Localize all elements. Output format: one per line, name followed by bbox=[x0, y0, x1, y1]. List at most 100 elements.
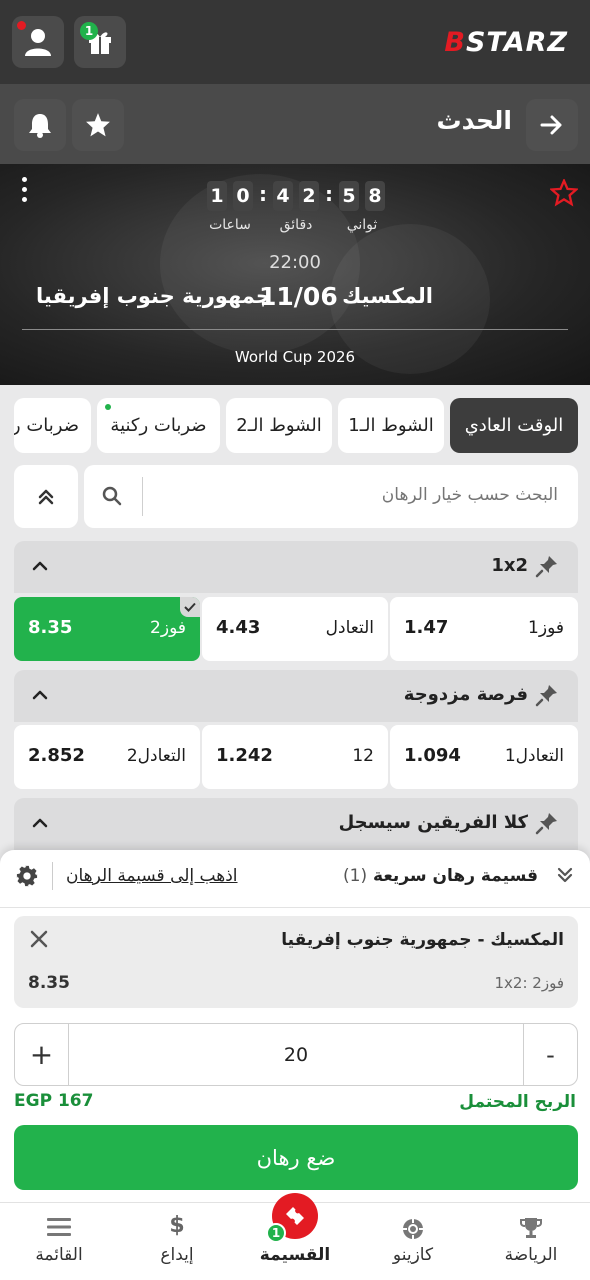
profile-button[interactable] bbox=[12, 16, 64, 68]
nav-item-betslip[interactable]: 1 القسيمة bbox=[236, 1193, 354, 1280]
odd-value: 8.35 bbox=[28, 617, 73, 638]
odd-label: 12 bbox=[352, 746, 374, 766]
event-hero: 1 0 : 4 2 : 5 8 ساعات دقائق ثواني 22:00 … bbox=[0, 164, 590, 385]
betslip-separator bbox=[52, 862, 53, 890]
countdown-separator: : bbox=[259, 182, 267, 206]
star-icon bbox=[86, 113, 110, 137]
odd-button-home-or-away[interactable]: 12 1.242 bbox=[202, 725, 388, 789]
back-button[interactable] bbox=[526, 99, 578, 151]
tab-new-indicator bbox=[105, 404, 111, 410]
market-header-double-chance[interactable]: فرصة مزدوجة bbox=[14, 670, 578, 722]
stake-increase-button[interactable]: + bbox=[15, 1024, 69, 1085]
search-bar[interactable] bbox=[84, 465, 578, 528]
favorites-button[interactable] bbox=[72, 99, 124, 151]
odd-label: فوز1 bbox=[528, 618, 564, 638]
countdown-seconds-digit: 5 bbox=[339, 181, 359, 211]
stake-input[interactable] bbox=[69, 1024, 523, 1085]
odd-button-away-or-draw[interactable]: 2التعادل 2.852 bbox=[14, 725, 200, 789]
market-header-both-teams-score[interactable]: كلا الفريقين سيسجل bbox=[14, 798, 578, 850]
market-title: 1x2 bbox=[491, 555, 528, 576]
bet-market: 1x2: فوز2 bbox=[494, 974, 564, 992]
arrow-right-icon bbox=[540, 115, 562, 135]
search-input[interactable] bbox=[158, 485, 558, 505]
close-icon[interactable] bbox=[30, 930, 48, 948]
tab-first-half[interactable]: الشوط الـ1 bbox=[338, 398, 444, 453]
betslip-badge: 1 bbox=[266, 1223, 286, 1243]
hours-label: ساعات bbox=[209, 217, 251, 233]
nav-item-menu[interactable]: القائمة bbox=[0, 1203, 118, 1280]
odd-label: 1التعادل bbox=[504, 746, 564, 766]
menu-icon bbox=[47, 1218, 71, 1236]
dollar-icon: $ bbox=[169, 1213, 185, 1238]
betslip-count: (1) bbox=[343, 866, 368, 886]
stake-decrease-button[interactable]: - bbox=[523, 1024, 577, 1085]
nav-label: القسيمة bbox=[259, 1245, 331, 1265]
odd-button-draw[interactable]: التعادل 4.43 bbox=[202, 597, 388, 661]
tab-second-half[interactable]: الشوط الـ2 bbox=[226, 398, 332, 453]
chevron-up-icon[interactable] bbox=[32, 816, 48, 828]
tab-more[interactable]: ضربات ر bbox=[14, 398, 91, 453]
tournament-name: World Cup 2026 bbox=[234, 348, 356, 366]
bet-match-name: المكسيك - جمهورية جنوب إفريقيا bbox=[281, 930, 564, 950]
tab-regular-time[interactable]: الوقت العادي bbox=[450, 398, 578, 453]
notification-dot bbox=[17, 21, 26, 30]
gift-button[interactable]: 1 bbox=[74, 16, 126, 68]
odd-label: التعادل bbox=[325, 618, 374, 638]
pin-icon[interactable] bbox=[534, 810, 560, 836]
seconds-label: ثواني bbox=[346, 217, 378, 233]
countdown-minutes-digit: 2 bbox=[299, 181, 319, 211]
odd-button-home-or-draw[interactable]: 1التعادل 1.094 bbox=[390, 725, 578, 789]
nav-label: الرياضة bbox=[504, 1245, 558, 1265]
odd-value: 2.852 bbox=[28, 745, 85, 766]
page-header: الحدث bbox=[0, 84, 590, 164]
goto-betslip-link[interactable]: اذهب إلى قسيمة الرهان bbox=[66, 866, 238, 886]
odd-label: فوز2 bbox=[150, 618, 186, 638]
stake-stepper: - + bbox=[14, 1023, 578, 1086]
odd-value: 4.43 bbox=[216, 617, 261, 638]
nav-item-casino[interactable]: كازينو bbox=[354, 1203, 472, 1280]
user-icon bbox=[25, 29, 51, 56]
ticket-icon bbox=[286, 1207, 304, 1225]
betslip-divider bbox=[0, 907, 590, 908]
bell-icon bbox=[29, 114, 51, 138]
countdown-hours-digit: 0 bbox=[233, 181, 253, 211]
quick-betslip: قسيمة رهان سريعة (1) اذهب إلى قسيمة الره… bbox=[0, 850, 590, 1202]
odd-button-home-win[interactable]: فوز1 1.47 bbox=[390, 597, 578, 661]
potential-win-label: الربح المحتمل bbox=[459, 1092, 576, 1112]
pin-icon[interactable] bbox=[534, 553, 560, 579]
nav-label: كازينو bbox=[392, 1245, 434, 1265]
tab-corners[interactable]: ضربات ركنية bbox=[97, 398, 220, 453]
double-chevron-down-icon[interactable] bbox=[556, 866, 574, 884]
match-time: 22:00 bbox=[269, 252, 321, 273]
potential-win-value: EGP 167 bbox=[14, 1091, 94, 1111]
pin-icon[interactable] bbox=[534, 682, 560, 708]
chevron-up-icon[interactable] bbox=[32, 559, 48, 571]
home-team-name: المكسيك bbox=[342, 284, 433, 308]
double-chevron-up-icon bbox=[38, 489, 54, 504]
nav-item-deposit[interactable]: $ إيداع bbox=[118, 1203, 236, 1280]
gear-icon[interactable] bbox=[16, 865, 38, 887]
betslip-title: قسيمة رهان سريعة (1) bbox=[343, 866, 538, 886]
odd-value: 1.47 bbox=[404, 617, 449, 638]
casino-chip-icon bbox=[403, 1219, 423, 1239]
favorite-event-icon[interactable] bbox=[550, 179, 578, 207]
market-title: فرصة مزدوجة bbox=[403, 684, 528, 705]
trophy-icon bbox=[520, 1218, 542, 1238]
odd-button-away-win[interactable]: فوز2 8.35 bbox=[14, 597, 200, 661]
nav-item-sports[interactable]: الرياضة bbox=[472, 1203, 590, 1280]
place-bet-button[interactable]: ضع رهان bbox=[14, 1125, 578, 1190]
nav-label: إيداع bbox=[160, 1245, 194, 1265]
odd-label: 2التعادل bbox=[126, 746, 186, 766]
search-icon[interactable] bbox=[102, 486, 122, 506]
chevron-up-icon[interactable] bbox=[32, 688, 48, 700]
market-header-1x2[interactable]: 1x2 bbox=[14, 541, 578, 593]
notifications-button[interactable] bbox=[14, 99, 66, 151]
countdown-hours-digit: 1 bbox=[207, 181, 227, 211]
odd-value: 1.094 bbox=[404, 745, 461, 766]
hero-divider bbox=[22, 329, 568, 330]
bet-card: المكسيك - جمهورية جنوب إفريقيا 1x2: فوز2… bbox=[14, 916, 578, 1008]
more-options-button[interactable] bbox=[22, 177, 32, 207]
collapse-all-button[interactable] bbox=[14, 465, 78, 528]
odd-value: 1.242 bbox=[216, 745, 273, 766]
brand-logo[interactable]: BSTARZ bbox=[444, 27, 568, 58]
